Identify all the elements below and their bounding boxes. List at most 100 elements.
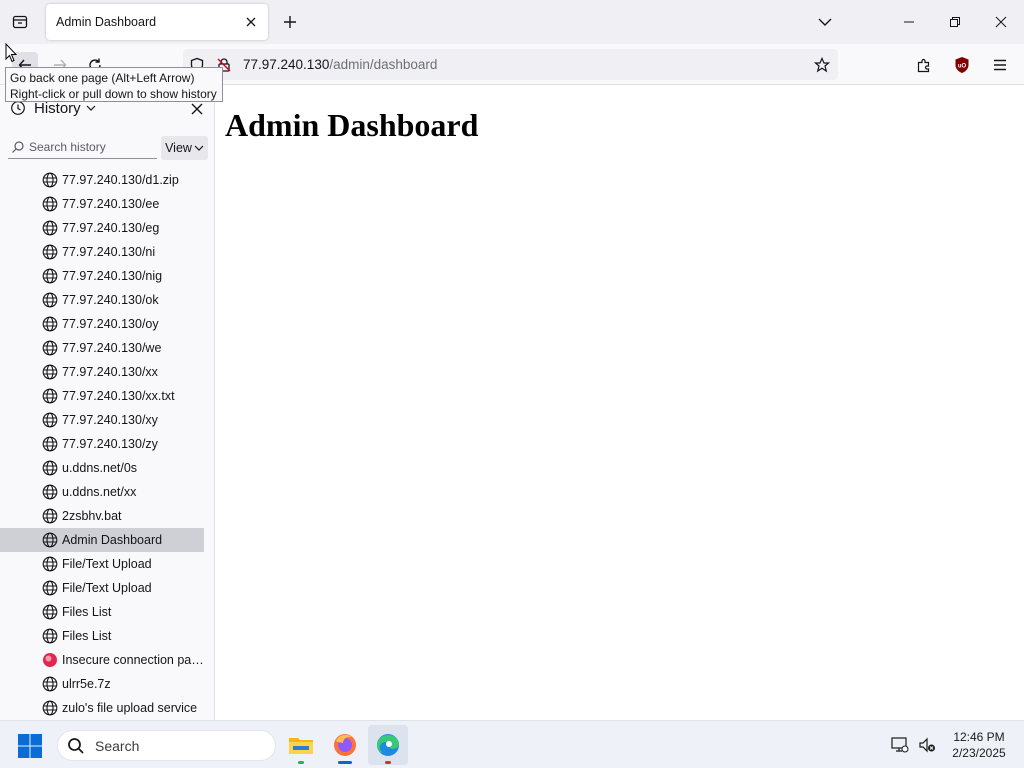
minimize-button[interactable] [886, 0, 932, 44]
history-clock-icon [11, 101, 25, 115]
history-item[interactable]: Files List [0, 600, 204, 624]
globe-icon [42, 292, 58, 308]
globe-icon [42, 340, 58, 356]
app-indicator-active [338, 761, 352, 764]
history-search-box[interactable] [8, 136, 157, 159]
globe-icon [42, 556, 58, 572]
history-item[interactable]: Files List [0, 624, 204, 648]
sidebar-title: History [34, 99, 81, 117]
url-text: 77.97.240.130/admin/dashboard [243, 57, 437, 72]
system-clock[interactable]: 12:46 PM 2/23/2025 [946, 729, 1012, 761]
tooltip-line-2: Right-click or pull down to show history [10, 87, 217, 101]
history-item[interactable]: 77.97.240.130/d1.zip [0, 168, 204, 192]
globe-icon [42, 604, 58, 620]
history-item[interactable]: 77.97.240.130/nig [0, 264, 204, 288]
history-item[interactable]: u.ddns.net/0s [0, 456, 204, 480]
globe-icon [42, 628, 58, 644]
history-item-label: 77.97.240.130/d1.zip [62, 173, 179, 187]
chevron-down-icon [818, 18, 832, 26]
history-item[interactable]: 77.97.240.130/we [0, 336, 204, 360]
history-item[interactable]: zulo's file upload service [0, 696, 204, 720]
hamburger-menu-icon [994, 59, 1006, 71]
window-close-button[interactable] [978, 0, 1024, 44]
history-item[interactable]: 77.97.240.130/ee [0, 192, 204, 216]
search-icon [12, 141, 24, 153]
page-heading: Admin Dashboard [225, 107, 479, 143]
plus-icon [284, 16, 296, 28]
restore-button[interactable] [932, 0, 978, 44]
tooltip-line-1: Go back one page (Alt+Left Arrow) [10, 71, 195, 85]
list-all-tabs-button[interactable] [815, 12, 835, 32]
new-tab-button[interactable] [279, 11, 301, 33]
history-search-input[interactable] [29, 140, 149, 154]
firefox-taskbar-button[interactable] [325, 725, 365, 765]
close-icon [246, 17, 256, 27]
close-icon [995, 16, 1007, 28]
history-item-label: 77.97.240.130/zy [62, 437, 158, 451]
history-item[interactable]: 77.97.240.130/ni [0, 240, 204, 264]
app-menu-button[interactable] [989, 54, 1011, 76]
minimize-icon [904, 21, 914, 23]
history-item[interactable]: 77.97.240.130/oy [0, 312, 204, 336]
url-path: /admin/dashboard [329, 57, 438, 72]
globe-icon [42, 676, 58, 692]
globe-icon [42, 172, 58, 188]
globe-icon [42, 700, 58, 716]
file-explorer-taskbar-button[interactable] [281, 725, 321, 765]
history-item[interactable]: Admin Dashboard [0, 528, 204, 552]
bookmark-star-icon[interactable] [813, 56, 831, 74]
active-tab[interactable]: Admin Dashboard [46, 4, 268, 40]
history-item[interactable]: 77.97.240.130/eg [0, 216, 204, 240]
history-item-label: zulo's file upload service [62, 701, 198, 715]
globe-icon [42, 220, 58, 236]
taskbar-search-label: Search [95, 737, 140, 754]
close-icon [191, 103, 203, 115]
history-item-label: u.ddns.net/xx [62, 485, 137, 499]
history-item-label: 77.97.240.130/xx.txt [62, 389, 175, 403]
history-item[interactable]: File/Text Upload [0, 552, 204, 576]
history-item-label: 77.97.240.130/ni [62, 245, 156, 259]
history-item-label: Admin Dashboard [62, 533, 163, 547]
network-tray-icon[interactable] [890, 735, 910, 755]
history-item[interactable]: 77.97.240.130/xx [0, 360, 204, 384]
ublock-origin-button[interactable]: uO [951, 54, 973, 76]
clock-time: 12:46 PM [953, 730, 1005, 744]
globe-icon [42, 532, 58, 548]
history-item[interactable]: 77.97.240.130/zy [0, 432, 204, 456]
clock-date: 2/23/2025 [952, 746, 1006, 760]
title-bar: Admin Dashboard [0, 0, 1024, 44]
history-item-label: Files List [62, 629, 112, 643]
svg-text:uO: uO [958, 64, 967, 70]
tab-close-button[interactable] [242, 13, 260, 31]
windows-taskbar: Search 12:46 PM 2/23/2025 [0, 720, 1024, 768]
url-bar[interactable]: 77.97.240.130/admin/dashboard [183, 49, 838, 80]
history-item-label: Insecure connection pass... [62, 653, 204, 667]
extensions-button[interactable] [913, 54, 935, 76]
taskbar-search-box[interactable]: Search [57, 730, 276, 761]
windows-start-icon[interactable] [16, 732, 44, 760]
history-item-label: ulrr5e.7z [62, 677, 111, 691]
app-indicator [298, 761, 304, 764]
history-item[interactable]: 77.97.240.130/xy [0, 408, 204, 432]
page-content: Admin Dashboard [216, 86, 1024, 720]
globe-icon [42, 412, 58, 428]
firefox-icon [334, 734, 356, 756]
history-item[interactable]: ulrr5e.7z [0, 672, 204, 696]
warning-favicon-icon [43, 653, 57, 667]
history-item[interactable]: 77.97.240.130/ok [0, 288, 204, 312]
firefox-view-button[interactable] [8, 10, 32, 34]
history-item-label: 2zsbhv.bat [62, 509, 122, 523]
folder-icon [289, 738, 313, 754]
volume-tray-icon[interactable] [917, 735, 937, 755]
globe-icon [42, 364, 58, 380]
edge-taskbar-button[interactable] [368, 725, 408, 765]
history-item[interactable]: 77.97.240.130/xx.txt [0, 384, 204, 408]
history-item[interactable]: 2zsbhv.bat [0, 504, 204, 528]
search-icon [68, 737, 84, 754]
history-item[interactable]: Insecure connection pass... [0, 648, 204, 672]
history-item[interactable]: u.ddns.net/xx [0, 480, 204, 504]
history-item-label: 77.97.240.130/eg [62, 221, 160, 235]
view-options-button[interactable]: View [161, 136, 208, 160]
history-item[interactable]: File/Text Upload [0, 576, 204, 600]
history-item-label: 77.97.240.130/ee [62, 197, 160, 211]
